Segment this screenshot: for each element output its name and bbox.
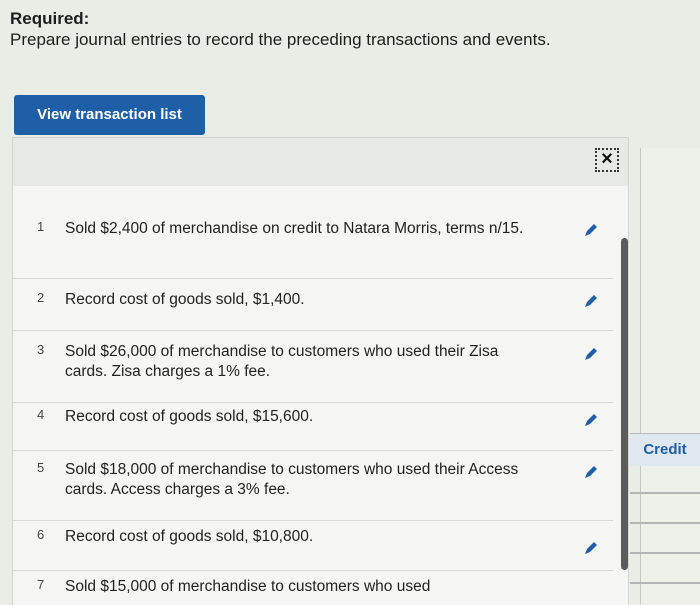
pencil-icon[interactable]: [583, 222, 599, 238]
transaction-row: 6 Record cost of goods sold, $10,800.: [13, 520, 613, 571]
transaction-row: 3 Sold $26,000 of merchandise to custome…: [13, 330, 613, 403]
transaction-list-panel: × 1 Sold $2,400 of merchandise on credit…: [12, 137, 629, 605]
transaction-text: Sold $18,000 of merchandise to customers…: [65, 461, 519, 498]
transaction-number: 2: [37, 290, 45, 305]
transaction-number: 3: [37, 342, 45, 357]
journal-entry-panel: [640, 148, 700, 604]
transaction-row: 7 Sold $15,000 of merchandise to custome…: [13, 570, 613, 605]
transaction-number: 7: [37, 577, 45, 592]
transaction-text: Record cost of goods sold, $15,600.: [65, 408, 314, 425]
credit-input-line[interactable]: [630, 582, 700, 584]
transaction-row: 2 Record cost of goods sold, $1,400.: [13, 278, 613, 331]
close-icon[interactable]: ×: [595, 148, 619, 172]
view-transaction-list-button[interactable]: View transaction list: [14, 95, 205, 135]
transaction-text: Sold $15,000 of merchandise to customers…: [65, 578, 431, 595]
panel-header: [13, 138, 628, 186]
requirement-header: Required: Prepare journal entries to rec…: [10, 8, 551, 51]
pencil-icon[interactable]: [583, 464, 599, 480]
pencil-icon[interactable]: [583, 293, 599, 309]
transaction-text: Record cost of goods sold, $10,800.: [65, 528, 314, 545]
credit-input-line[interactable]: [630, 522, 700, 524]
required-instruction: Prepare journal entries to record the pr…: [10, 30, 551, 49]
transaction-text: Sold $2,400 of merchandise on credit to …: [65, 220, 524, 237]
transaction-row: 1 Sold $2,400 of merchandise on credit t…: [13, 186, 613, 279]
credit-input-line[interactable]: [630, 552, 700, 554]
transaction-row: 5 Sold $18,000 of merchandise to custome…: [13, 450, 613, 521]
transaction-text: Record cost of goods sold, $1,400.: [65, 291, 305, 308]
transaction-text: Sold $26,000 of merchandise to customers…: [65, 343, 499, 380]
transaction-row: 4 Record cost of goods sold, $15,600.: [13, 402, 613, 451]
transaction-number: 5: [37, 460, 45, 475]
transaction-number: 4: [37, 407, 45, 422]
pencil-icon[interactable]: [583, 412, 599, 428]
pencil-icon[interactable]: [583, 540, 599, 556]
transaction-number: 1: [37, 219, 45, 234]
scrollbar[interactable]: [621, 238, 628, 570]
transaction-number: 6: [37, 527, 45, 542]
pencil-icon[interactable]: [583, 346, 599, 362]
required-label: Required:: [10, 9, 90, 28]
credit-column-header: Credit: [630, 433, 700, 466]
credit-input-line[interactable]: [630, 492, 700, 494]
